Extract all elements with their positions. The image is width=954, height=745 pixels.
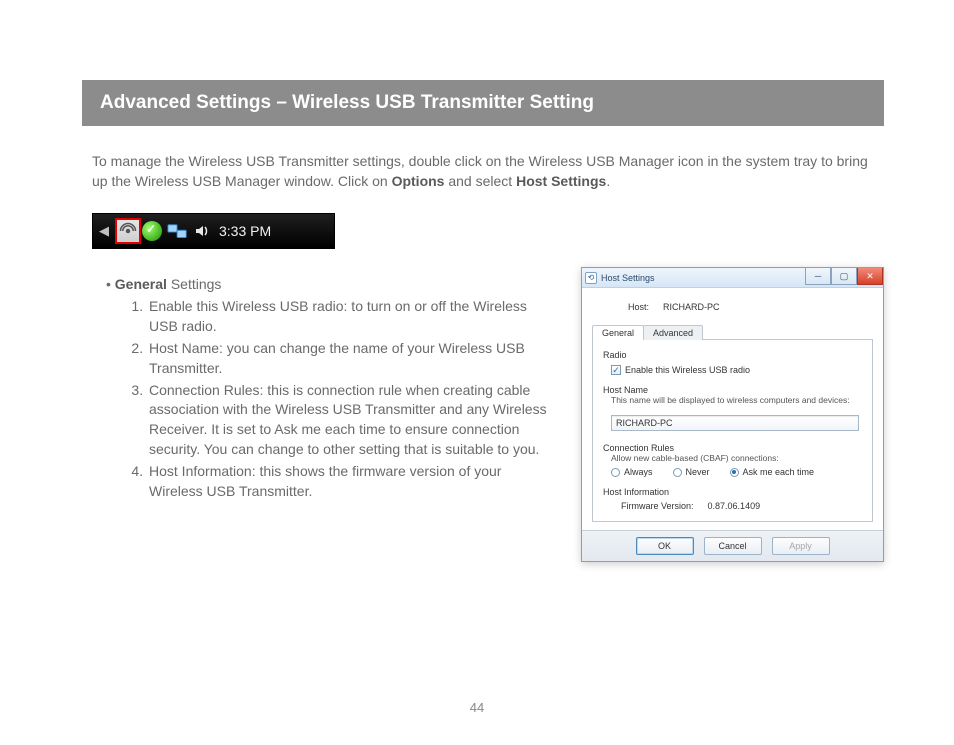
radio-icon [611,468,620,477]
system-tray-time: 3:33 PM [219,223,271,239]
dialog-footer: OK Cancel Apply [582,530,883,561]
tray-expand-icon: ◀ [98,223,110,239]
radio-icon [730,468,739,477]
general-rest: Settings [167,276,221,292]
group-hostname-title: Host Name [603,385,862,395]
checkbox-icon [611,365,621,375]
general-settings-list: Enable this Wireless USB radio: to turn … [147,297,557,502]
host-row: Host: RICHARD-PC [628,302,873,312]
apply-button[interactable]: Apply [772,537,830,555]
maximize-button[interactable]: ▢ [831,268,857,285]
rules-description: Allow new cable-based (CBAF) connections… [611,453,862,463]
enable-radio-label: Enable this Wireless USB radio [625,365,750,375]
enable-radio-checkbox[interactable]: Enable this Wireless USB radio [611,365,862,375]
list-item: Host Name: you can change the name of yo… [147,339,557,379]
radio-ask-label: Ask me each time [743,467,815,477]
connection-rules-radios: Always Never Ask me each time [611,467,862,477]
radio-ask[interactable]: Ask me each time [730,467,815,477]
radio-icon [673,468,682,477]
minimize-button[interactable]: ─ [805,268,831,285]
dialog-title-text: Host Settings [601,273,655,283]
cancel-button[interactable]: Cancel [704,537,762,555]
tab-strip: General Advanced [592,324,873,340]
group-radio-title: Radio [603,350,862,360]
volume-icon [194,223,210,239]
firmware-value: 0.87.06.1409 [708,501,761,511]
radio-never-label: Never [686,467,710,477]
radio-never[interactable]: Never [673,467,710,477]
firmware-label: Firmware Version: [621,501,694,511]
list-item: Connection Rules: this is connection rul… [147,381,557,461]
dialog-titlebar: ⟲ Host Settings ─ ▢ ✕ [582,268,883,288]
radio-always-label: Always [624,467,653,477]
general-settings-heading: General Settings [106,275,557,295]
section-title: Advanced Settings – Wireless USB Transmi… [100,92,594,113]
group-rules-title: Connection Rules [603,443,862,453]
intro-bold-options: Options [392,173,445,189]
tab-panel-general: Radio Enable this Wireless USB radio Hos… [592,340,873,522]
page-number: 44 [0,700,954,715]
general-bold: General [115,276,167,292]
list-item: Enable this Wireless USB radio: to turn … [147,297,557,337]
dialog-app-icon: ⟲ [585,272,597,284]
tab-advanced[interactable]: Advanced [643,325,703,340]
intro-text-mid: and select [444,173,516,189]
host-settings-dialog: ⟲ Host Settings ─ ▢ ✕ Host: RICHARD-PC G… [581,267,884,562]
system-tray-screenshot: ◀ 3:33 PM [92,213,335,249]
hostname-description: This name will be displayed to wireless … [611,395,862,405]
radio-always[interactable]: Always [611,467,653,477]
host-label: Host: [628,302,649,312]
settings-description: General Settings Enable this Wireless US… [92,275,557,562]
host-value: RICHARD-PC [663,302,720,312]
hostname-input[interactable]: RICHARD-PC [611,415,859,431]
group-hostinfo-title: Host Information [603,487,862,497]
ok-button[interactable]: OK [636,537,694,555]
network-icon [167,222,189,240]
wireless-usb-manager-icon [115,218,141,244]
close-button[interactable]: ✕ [857,268,883,285]
status-ok-icon [142,221,162,241]
intro-bold-hostsettings: Host Settings [516,173,606,189]
list-item: Host Information: this shows the firmwar… [147,462,557,502]
intro-paragraph: To manage the Wireless USB Transmitter s… [92,152,884,191]
firmware-row: Firmware Version: 0.87.06.1409 [621,501,862,511]
intro-text-post: . [606,173,610,189]
section-header: Advanced Settings – Wireless USB Transmi… [82,80,884,126]
tab-general[interactable]: General [592,325,644,340]
